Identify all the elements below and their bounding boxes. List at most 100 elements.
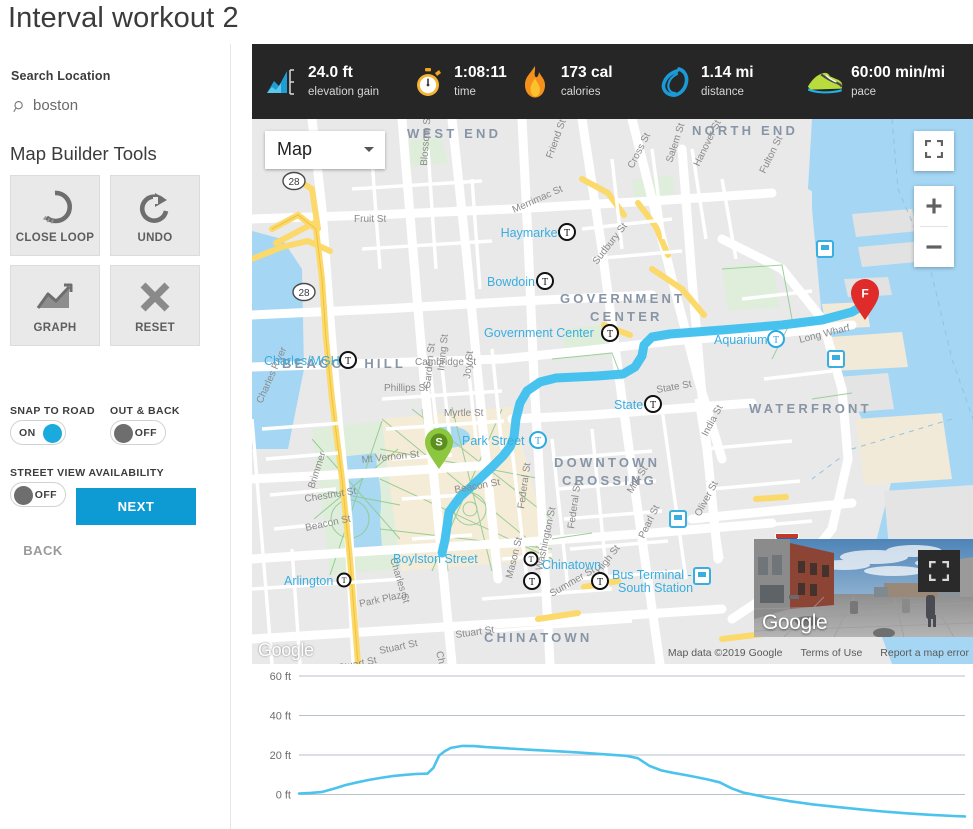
- elevation-chart[interactable]: 60 ft40 ft20 ft0 ft-20 ft 0.0 mi0.2 mi0.…: [252, 664, 973, 829]
- streetview-thumbnail[interactable]: Google: [754, 539, 973, 637]
- map-transit-label: Arlington: [284, 574, 333, 588]
- svg-text:T: T: [342, 576, 347, 585]
- svg-text:T: T: [345, 356, 351, 367]
- svg-text:T: T: [607, 329, 613, 340]
- map-area-label: GOVERNMENT: [560, 291, 685, 306]
- stat-label: calories: [560, 85, 601, 98]
- map-transit-label: Bowdoin: [487, 275, 535, 289]
- search-input[interactable]: boston: [11, 96, 216, 120]
- out-and-back-toggle[interactable]: OFF: [110, 420, 166, 445]
- svg-text:T: T: [564, 228, 570, 239]
- map-transit-label: State: [614, 398, 643, 412]
- reset-button[interactable]: RESET: [110, 265, 200, 346]
- close-loop-button[interactable]: CLOSE LOOP: [10, 175, 100, 256]
- minus-icon: [926, 245, 942, 249]
- distance-loop-icon: [655, 62, 695, 102]
- snap-to-road-state: ON: [19, 427, 36, 439]
- snap-to-road-toggle[interactable]: ON: [10, 420, 66, 445]
- toggle-knob: [43, 423, 62, 443]
- search-input-value: boston: [33, 97, 79, 114]
- next-button[interactable]: NEXT: [76, 488, 196, 525]
- stat-value: 60:00 min/mi: [851, 63, 946, 81]
- stat-value: 1:08:11: [454, 63, 507, 81]
- google-watermark: Google: [258, 640, 314, 660]
- elevation-series-line: [297, 744, 967, 818]
- sidebar: Search Location boston Map Builder Tools: [0, 44, 231, 829]
- fullscreen-button[interactable]: [914, 131, 954, 171]
- svg-text:F: F: [861, 287, 868, 301]
- highway-shield: 28: [292, 282, 316, 302]
- zoom-in-button[interactable]: [914, 186, 954, 226]
- graph-button[interactable]: GRAPH: [10, 265, 100, 346]
- stat-calories: 173 cal calories: [515, 62, 655, 102]
- undo-icon: [111, 187, 199, 227]
- svg-text:T: T: [529, 555, 534, 564]
- svg-text:T: T: [597, 577, 603, 588]
- map-transit-label: Aquarium: [714, 333, 768, 347]
- map-transit-label: Chinatown: [542, 558, 601, 572]
- map-builder-tools-title: Map Builder Tools: [10, 143, 157, 164]
- graph-label: GRAPH: [33, 322, 77, 334]
- chart-y-tick-label: 20 ft: [270, 750, 291, 762]
- highway-shield: 28: [282, 171, 306, 191]
- street-view-availability-toggle[interactable]: OFF: [10, 482, 66, 507]
- stat-pace: 60:00 min/mi pace: [805, 62, 973, 102]
- main-content: 24.0 ft elevation gain 1:08:11 time 173 …: [231, 44, 973, 829]
- map-transit-label: Haymarket: [501, 226, 562, 240]
- undo-button[interactable]: UNDO: [110, 175, 200, 256]
- graph-icon: [11, 277, 99, 317]
- map-street-label: Myrtle St: [444, 408, 484, 419]
- workout-stats-bar: 24.0 ft elevation gain 1:08:11 time 173 …: [252, 44, 973, 119]
- chart-y-tick-label: 60 ft: [270, 671, 291, 683]
- svg-text:T: T: [542, 277, 548, 288]
- stat-elevation-gain: 24.0 ft elevation gain: [262, 62, 408, 102]
- map-transit-label: South Station: [618, 581, 693, 595]
- search-location-label: Search Location: [11, 69, 111, 83]
- toggle-knob: [14, 485, 33, 505]
- reset-label: RESET: [135, 322, 175, 334]
- map-canvas[interactable]: WEST END NORTH END GOVERNMENT CENTER BEACON …: [252, 119, 973, 664]
- streetview-expand-button[interactable]: [918, 550, 960, 592]
- elevation-chart-svg: 60 ft40 ft20 ft0 ft-20 ft 0.0 mi0.2 mi0.…: [270, 671, 967, 818]
- street-view-availability-state: OFF: [34, 489, 57, 501]
- zoom-controls[interactable]: [914, 186, 954, 267]
- stat-label: pace: [851, 85, 877, 98]
- map-transit-label: Government Center: [484, 326, 594, 340]
- search-icon: [13, 100, 27, 114]
- stat-label: elevation gain: [308, 85, 379, 98]
- close-loop-label: CLOSE LOOP: [15, 232, 95, 244]
- svg-text:T: T: [535, 436, 541, 447]
- app-root: Interval workout 2 Search Location bosto…: [0, 0, 973, 829]
- terms-of-use-link[interactable]: Terms of Use: [800, 647, 862, 659]
- stat-value: 1.14 mi: [701, 63, 754, 81]
- back-button[interactable]: BACK: [10, 532, 76, 568]
- stat-label: time: [454, 85, 476, 98]
- out-and-back-state: OFF: [134, 427, 157, 439]
- street-view-availability-label: STREET VIEW AVAILABILITY: [10, 467, 165, 479]
- map-street-label: Fruit St: [354, 214, 386, 225]
- chart-y-tick-label: 40 ft: [270, 711, 291, 723]
- map-attribution: Map data ©2019 Google Terms of Use Repor…: [668, 645, 969, 661]
- running-shoe-icon: [805, 62, 845, 102]
- elevation-chart-icon: [262, 62, 302, 102]
- streetview-watermark: Google: [762, 611, 828, 634]
- fullscreen-icon: [929, 561, 949, 581]
- map-transit-label: Charles/MGH: [264, 354, 340, 368]
- chart-y-axis-labels: 60 ft40 ft20 ft0 ft-20 ft: [270, 671, 291, 802]
- zoom-out-button[interactable]: [914, 227, 954, 267]
- map-area-label: WATERFRONT: [749, 401, 872, 416]
- stat-label: distance: [701, 85, 744, 98]
- stopwatch-icon: [408, 62, 448, 102]
- out-and-back-label: OUT & BACK: [110, 405, 180, 417]
- chevron-down-icon: [364, 147, 374, 152]
- map-type-select[interactable]: Map: [265, 131, 385, 169]
- toggle-knob: [114, 423, 133, 443]
- map-transit-label: Bus Terminal -: [612, 568, 692, 582]
- page-title: Interval workout 2: [8, 2, 239, 34]
- map-data-attribution: Map data ©2019 Google: [667, 647, 783, 659]
- map-area-label: CHINATOWN: [484, 630, 592, 645]
- map-type-label: Map: [277, 139, 313, 159]
- chart-gridlines: [299, 675, 965, 795]
- svg-text:28: 28: [298, 288, 310, 299]
- report-map-error-link[interactable]: Report a map error: [880, 647, 969, 659]
